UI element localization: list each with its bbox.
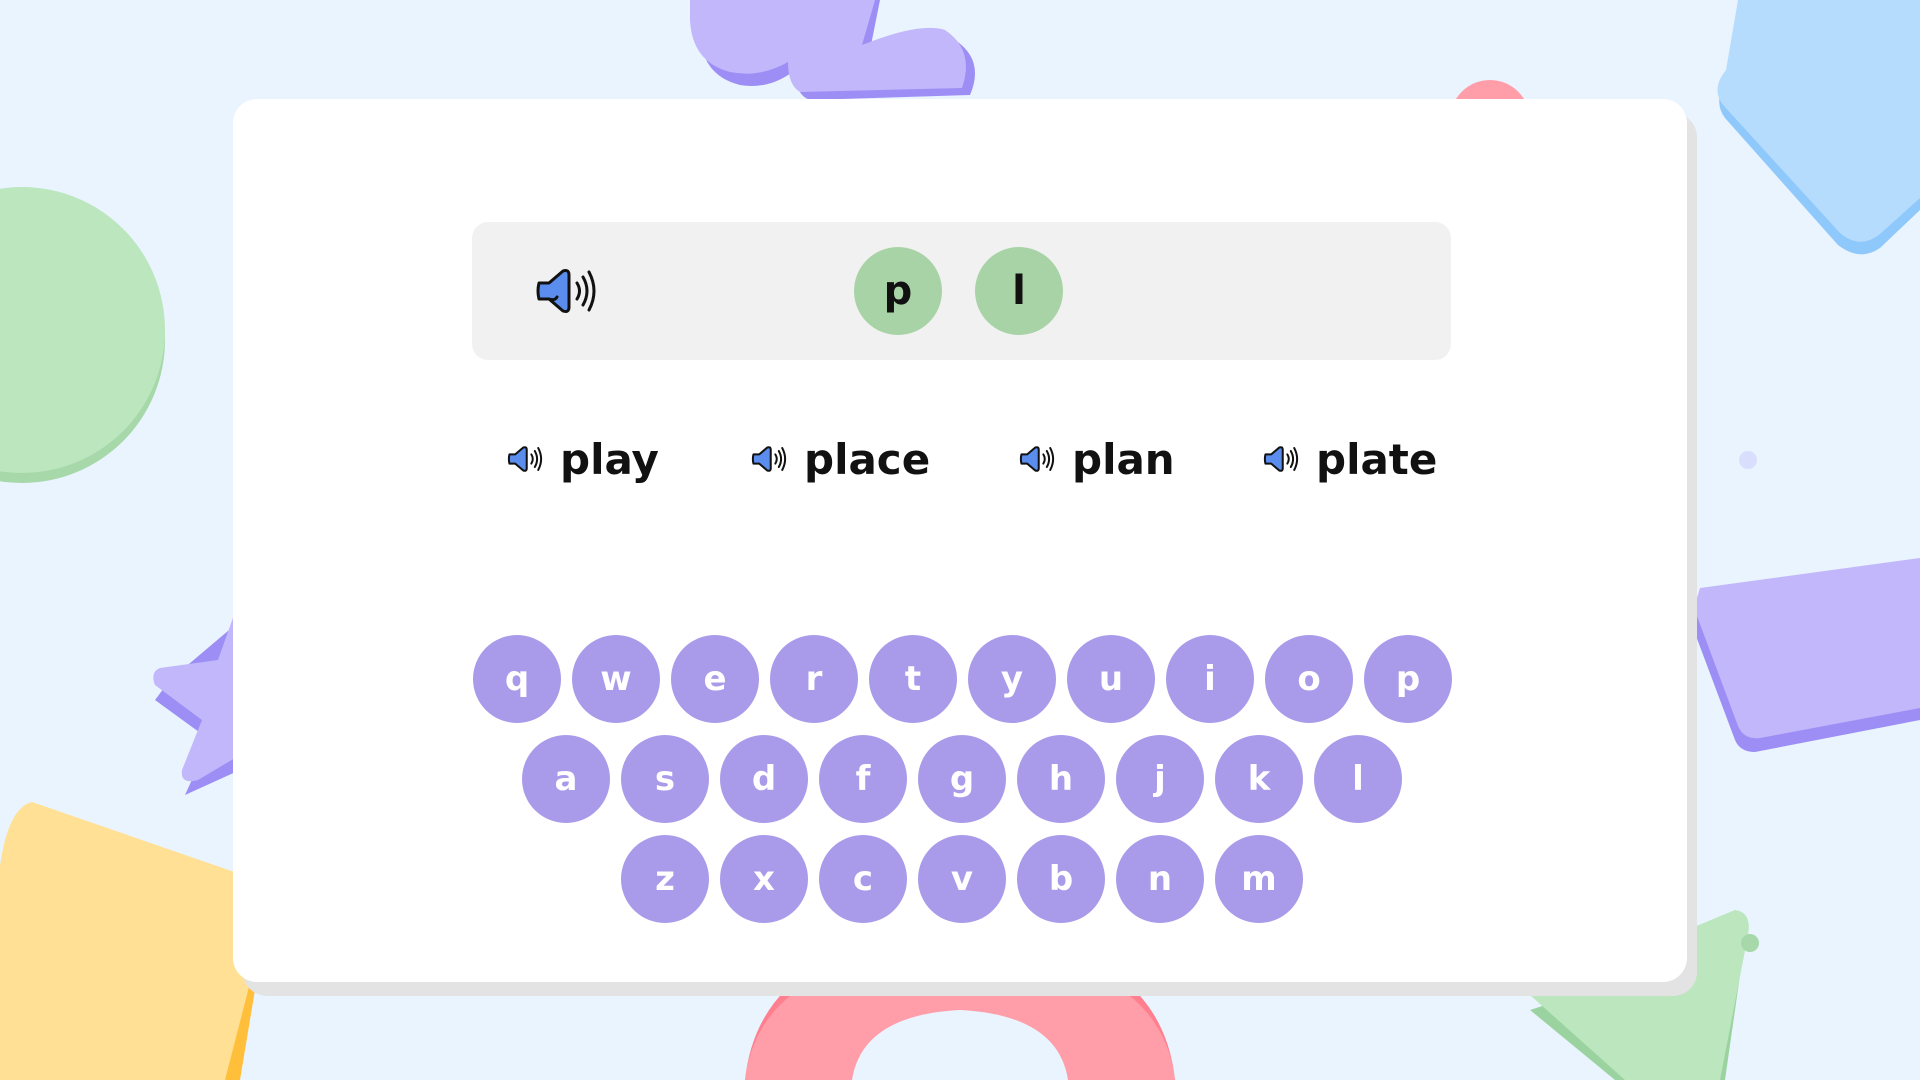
key-k[interactable]: k <box>1215 735 1303 823</box>
purple-card-shape <box>1690 558 1920 752</box>
speaker-icon[interactable] <box>750 444 788 474</box>
blue-square-shape <box>1717 0 1920 255</box>
speaker-icon[interactable] <box>533 265 599 317</box>
key-w[interactable]: w <box>572 635 660 723</box>
key-e[interactable]: e <box>671 635 759 723</box>
key-o[interactable]: o <box>1265 635 1353 723</box>
key-z[interactable]: z <box>621 835 709 923</box>
dot-shape <box>1739 451 1757 469</box>
word-option-plate[interactable]: plate <box>1262 431 1437 487</box>
word-option-plan[interactable]: plan <box>1018 431 1175 487</box>
word-label: play <box>560 434 659 484</box>
word-label: place <box>804 434 931 484</box>
key-u[interactable]: u <box>1067 635 1155 723</box>
key-d[interactable]: d <box>720 735 808 823</box>
key-j[interactable]: j <box>1116 735 1204 823</box>
letter-slot-1: p <box>854 247 942 335</box>
purple-star-shape <box>153 612 240 795</box>
green-circle-shape <box>0 187 165 483</box>
key-l[interactable]: l <box>1314 735 1402 823</box>
key-i[interactable]: i <box>1166 635 1254 723</box>
key-m[interactable]: m <box>1215 835 1303 923</box>
key-b[interactable]: b <box>1017 835 1105 923</box>
key-p[interactable]: p <box>1364 635 1452 723</box>
word-label: plan <box>1072 434 1175 484</box>
speaker-icon[interactable] <box>1262 444 1300 474</box>
speaker-icon[interactable] <box>1018 444 1056 474</box>
key-v[interactable]: v <box>918 835 1006 923</box>
key-s[interactable]: s <box>621 735 709 823</box>
answer-panel: p l <box>472 222 1451 360</box>
letter-slot-2: l <box>975 247 1063 335</box>
key-a[interactable]: a <box>522 735 610 823</box>
key-n[interactable]: n <box>1116 835 1204 923</box>
key-t[interactable]: t <box>869 635 957 723</box>
key-c[interactable]: c <box>819 835 907 923</box>
word-option-play[interactable]: play <box>506 431 659 487</box>
key-q[interactable]: q <box>473 635 561 723</box>
key-h[interactable]: h <box>1017 735 1105 823</box>
word-label: plate <box>1316 434 1438 484</box>
key-r[interactable]: r <box>770 635 858 723</box>
speaker-icon[interactable] <box>506 444 544 474</box>
game-card: p l play place plan plate q w e r t y u … <box>233 99 1687 982</box>
key-f[interactable]: f <box>819 735 907 823</box>
purple-blob-shape <box>690 0 975 100</box>
key-x[interactable]: x <box>720 835 808 923</box>
key-y[interactable]: y <box>968 635 1056 723</box>
key-g[interactable]: g <box>918 735 1006 823</box>
word-option-place[interactable]: place <box>750 431 930 487</box>
